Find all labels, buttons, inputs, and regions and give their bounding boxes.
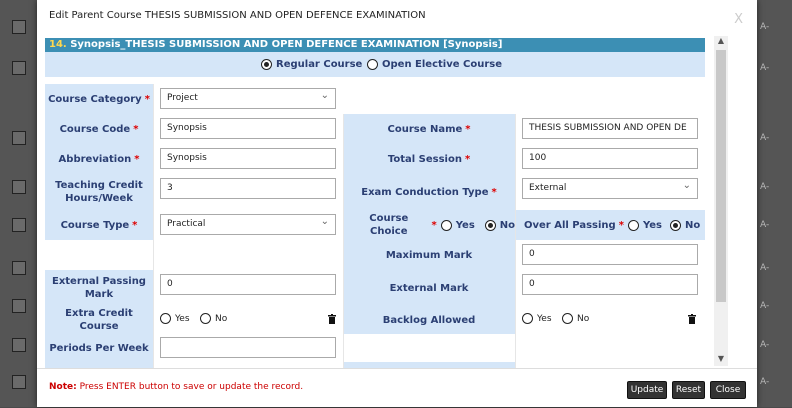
extra-credit-no-option[interactable]: No xyxy=(200,313,227,326)
close-button[interactable]: Close xyxy=(710,381,746,399)
extra-credit-yes-option[interactable]: Yes xyxy=(160,313,190,326)
overall-passing-no-label: No xyxy=(685,219,701,231)
extra-credit-course-label: Extra Credit Course xyxy=(45,306,153,334)
backlog-allowed-label: Backlog Allowed xyxy=(343,306,515,334)
course-category-label: Course Category * xyxy=(45,84,153,114)
section-header: 14. Synopsis_THESIS SUBMISSION AND OPEN … xyxy=(45,38,705,52)
teaching-credit-input[interactable]: 3 xyxy=(160,178,336,199)
external-mark-input[interactable]: 0 xyxy=(522,274,698,295)
modal-content: 14. Synopsis_THESIS SUBMISSION AND OPEN … xyxy=(45,36,705,368)
regular-course-label: Regular Course xyxy=(276,59,363,70)
scroll-down-icon[interactable]: ▼ xyxy=(714,354,728,366)
course-type-label: Course Type * xyxy=(45,210,153,240)
row-suffix: A- xyxy=(760,263,770,273)
course-name-input[interactable]: THESIS SUBMISSION AND OPEN DE xyxy=(522,118,698,139)
row-checkbox[interactable] xyxy=(12,261,26,275)
course-name-label: Course Name * xyxy=(343,114,515,144)
overall-passing-label: Over All Passing xyxy=(524,219,616,231)
scroll-up-icon[interactable]: ▲ xyxy=(714,36,728,48)
row-checkbox[interactable] xyxy=(12,375,26,389)
row-suffix: A- xyxy=(760,133,770,143)
edit-course-modal: Edit Parent Course THESIS SUBMISSION AND… xyxy=(37,0,757,407)
abbreviation-label: Abbreviation * xyxy=(45,144,153,174)
footer-note: Note: Press ENTER button to save or upda… xyxy=(49,382,304,392)
open-elective-label: Open Elective Course xyxy=(382,59,502,70)
column-divider xyxy=(343,114,344,368)
exam-conduction-type-select[interactable]: External xyxy=(522,178,698,199)
section-title: Synopsis_THESIS SUBMISSION AND OPEN DEFE… xyxy=(70,39,503,50)
section-number: 14. xyxy=(49,39,67,50)
row-suffix: A- xyxy=(760,182,770,192)
row-suffix: A- xyxy=(760,22,770,32)
row-checkbox[interactable] xyxy=(12,61,26,75)
course-code-label: Course Code * xyxy=(45,114,153,144)
course-choice-label: Course Choice xyxy=(369,213,409,237)
total-session-input[interactable]: 100 xyxy=(522,148,698,169)
regular-course-option[interactable]: Regular Course xyxy=(261,58,362,71)
row-checkbox[interactable] xyxy=(12,338,26,352)
trash-icon[interactable] xyxy=(328,314,336,324)
row-checkbox[interactable] xyxy=(12,218,26,232)
course-choice-no-radio[interactable] xyxy=(484,219,496,231)
periods-per-week-label: Periods Per Week xyxy=(45,334,153,362)
radio-icon[interactable] xyxy=(200,313,211,324)
course-mode-radios: Regular Course Open Elective Course xyxy=(45,52,705,77)
radio-icon[interactable] xyxy=(160,313,171,324)
course-category-select[interactable]: Project xyxy=(160,88,336,109)
overall-passing-yes-label: Yes xyxy=(642,219,663,231)
row-checkbox[interactable] xyxy=(12,180,26,194)
maximum-mark-label: Maximum Mark xyxy=(343,240,515,270)
periods-per-week-input[interactable] xyxy=(160,337,336,358)
teaching-credit-label: Teaching Credit Hours/Week xyxy=(45,174,153,210)
scroll-thumb[interactable] xyxy=(716,50,726,302)
course-code-input[interactable]: Synopsis xyxy=(160,118,336,139)
total-session-label: Total Session * xyxy=(343,144,515,174)
maximum-mark-input[interactable]: 0 xyxy=(522,244,698,265)
backlog-no-option[interactable]: No xyxy=(562,313,589,326)
course-choice-yes-label: Yes xyxy=(455,219,475,231)
overall-passing-cell: Over All Passing * Yes No xyxy=(515,210,705,240)
close-icon[interactable]: X xyxy=(734,12,743,27)
row-suffix: A- xyxy=(760,220,770,230)
external-passing-mark-input[interactable]: 0 xyxy=(160,274,336,295)
row-checkbox[interactable] xyxy=(12,299,26,313)
trash-icon[interactable] xyxy=(688,314,696,324)
reset-button[interactable]: Reset xyxy=(672,381,705,399)
backlog-yes-option[interactable]: Yes xyxy=(522,313,552,326)
column-divider xyxy=(153,84,154,368)
modal-footer: Note: Press ENTER button to save or upda… xyxy=(37,368,757,408)
radio-icon[interactable] xyxy=(367,58,378,70)
row-suffix: A- xyxy=(760,301,770,311)
exam-conduction-type-label: Exam Conduction Type * xyxy=(343,174,515,210)
radio-selected-icon[interactable] xyxy=(261,58,272,70)
row-suffix: A- xyxy=(760,340,770,350)
scrollbar[interactable]: ▲ ▼ xyxy=(714,36,728,366)
course-type-select[interactable]: Practical xyxy=(160,214,336,235)
row-checkbox[interactable] xyxy=(12,20,26,34)
radio-icon[interactable] xyxy=(562,313,573,324)
external-mark-label: External Mark xyxy=(343,270,515,306)
overall-passing-no-radio[interactable] xyxy=(670,219,682,231)
column-divider xyxy=(515,114,516,368)
row-suffix: A- xyxy=(760,377,770,387)
course-choice-yes-radio[interactable] xyxy=(440,219,452,231)
overall-passing-yes-radio[interactable] xyxy=(627,219,639,231)
update-button[interactable]: Update xyxy=(627,381,667,399)
row-suffix: A- xyxy=(760,63,770,73)
course-choice-no-label: No xyxy=(499,219,515,231)
open-elective-option[interactable]: Open Elective Course xyxy=(367,58,502,71)
external-passing-mark-label: External Passing Mark xyxy=(45,270,153,306)
row-checkbox[interactable] xyxy=(12,131,26,145)
modal-title: Edit Parent Course THESIS SUBMISSION AND… xyxy=(49,10,426,21)
radio-icon[interactable] xyxy=(522,313,533,324)
course-choice-cell: Course Choice * Yes No xyxy=(343,210,515,240)
abbreviation-input[interactable]: Synopsis xyxy=(160,148,336,169)
